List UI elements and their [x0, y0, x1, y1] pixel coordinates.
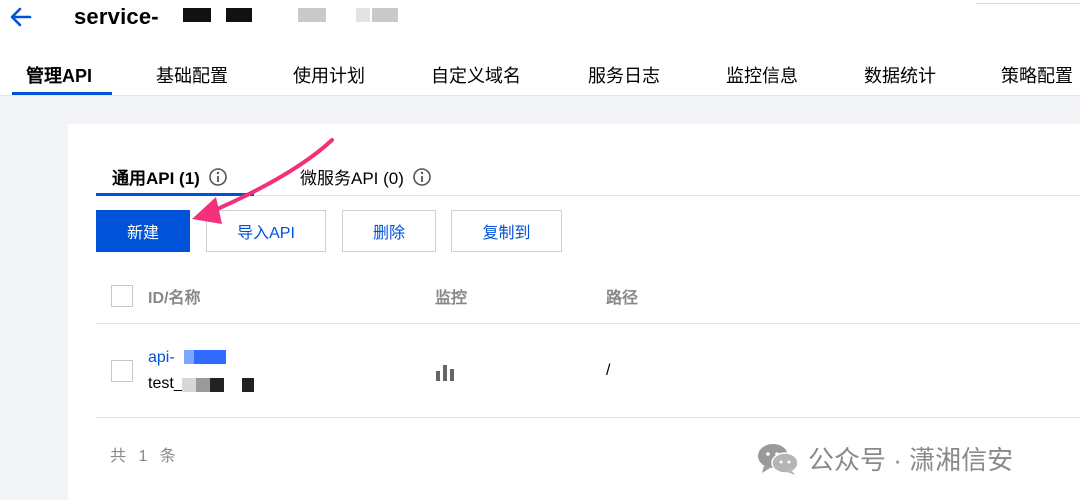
subtab-microservice-api[interactable]: 微服务API (0): [300, 164, 432, 189]
redaction-block: [242, 378, 254, 392]
tab-policy-config[interactable]: 策略配置: [1001, 62, 1073, 88]
wechat-icon: [758, 443, 799, 475]
arrow-left-icon[interactable]: [8, 4, 34, 30]
api-id-link[interactable]: api-: [148, 349, 175, 367]
watermark: 公众号 · 潇湘信安: [756, 440, 1013, 477]
tab-usage-plan[interactable]: 使用计划: [293, 62, 365, 88]
active-tab-indicator: [12, 92, 112, 95]
subtab-label: 通用API (1): [112, 169, 200, 188]
watermark-text: 公众号 · 潇湘信安: [808, 445, 1014, 475]
tab-manage-api[interactable]: 管理API: [26, 62, 92, 88]
tab-statistics[interactable]: 数据统计: [864, 62, 936, 88]
tab-custom-domain[interactable]: 自定义域名: [431, 62, 521, 88]
service-title: service-: [74, 4, 159, 29]
select-all-checkbox[interactable]: [111, 285, 133, 307]
bar-chart-icon[interactable]: [435, 363, 455, 381]
redaction-block: [184, 350, 194, 364]
subtab-general-api[interactable]: 通用API (1): [112, 164, 228, 189]
column-header-path: 路径: [606, 290, 639, 307]
redaction-block: [226, 8, 252, 22]
api-name: test_: [148, 375, 183, 392]
page-header: service- 管理API 基础配置 使用计划 自定义域名 服务日志 监控信息…: [0, 0, 1080, 96]
redaction-block: [210, 378, 224, 392]
row-checkbox[interactable]: [111, 360, 133, 382]
import-api-button[interactable]: 导入API: [206, 210, 326, 252]
redaction-block: [183, 8, 211, 22]
active-subtab-indicator: [96, 193, 254, 196]
column-header-id-name: ID/名称: [148, 290, 201, 307]
info-icon[interactable]: [208, 167, 228, 187]
total-count: 共 1 条: [110, 448, 180, 465]
info-icon[interactable]: [412, 167, 432, 187]
main-tabs: 管理API 基础配置 使用计划 自定义域名 服务日志 监控信息 数据统计 策略配…: [0, 52, 1080, 96]
delete-button[interactable]: 删除: [342, 210, 436, 252]
copy-to-button[interactable]: 复制到: [451, 210, 562, 252]
column-header-monitor: 监控: [435, 290, 468, 307]
api-subtabs: 通用API (1) 微服务API (0): [96, 160, 1080, 196]
subtab-label: 微服务API (0): [300, 169, 404, 188]
tab-monitoring[interactable]: 监控信息: [726, 62, 798, 88]
redaction-block: [372, 8, 398, 22]
redaction-block: [298, 8, 326, 22]
redaction-block: [182, 378, 196, 392]
tab-basic-config[interactable]: 基础配置: [156, 62, 228, 88]
divider: [976, 0, 1080, 4]
tab-service-log[interactable]: 服务日志: [588, 62, 660, 88]
new-api-button[interactable]: 新建: [96, 210, 190, 252]
divider: [96, 323, 1080, 324]
divider: [96, 417, 1080, 418]
api-path: /: [606, 362, 611, 379]
redaction-block: [196, 378, 210, 392]
redaction-block: [356, 8, 370, 22]
redaction-block: [194, 350, 226, 364]
